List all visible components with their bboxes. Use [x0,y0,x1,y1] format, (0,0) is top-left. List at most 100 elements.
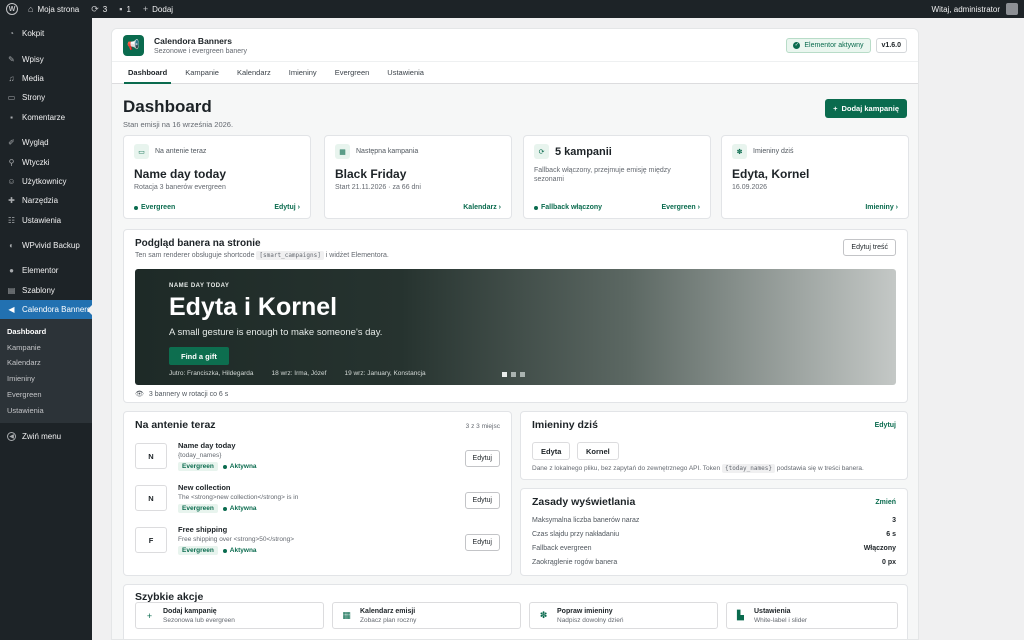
edit-campaign-button[interactable]: Edytuj [464,492,500,509]
calendora-submenu: Dashboard Kampanie Kalendarz Imieniny Ev… [0,319,92,424]
collapse-menu-button[interactable]: ◀ Zwiń menu [0,427,92,446]
site-name-link[interactable]: ⌂ Moja strona [22,0,85,18]
add-new-link[interactable]: + Dodaj [137,0,179,18]
list-item: N Name day today {today_names} Evergreen… [135,441,500,477]
dashboard-icon: ◔ [9,29,14,39]
quick-action-settings[interactable]: ▙ Ustawienia White-label i slider [726,602,898,629]
edit-campaign-button[interactable]: Edytuj [464,534,500,551]
section-title: Imieniny dziś [532,419,598,431]
monitor-icon: ▭ [134,144,149,159]
comments-link[interactable]: ▪ 1 [113,0,137,18]
templates-icon: ▤ [7,285,16,295]
rule-row: Czas slajdu przy nakładaniu 6 s [532,531,896,538]
calendar-icon: ▦ [342,610,351,620]
quick-actions-card: Szybkie akcje + Dodaj kampanię Sezonowa lu… [123,584,908,639]
stat-card-next-campaign: ▦ Następna kampania Black Friday Start 21… [324,135,512,219]
account-menu[interactable]: Witaj, administrator [932,3,1018,15]
slider-dots[interactable] [502,372,525,377]
elementor-icon: ● [9,266,14,276]
stat-link-evergreen[interactable]: Evergreen › [661,204,700,211]
tab-kampanie[interactable]: Kampanie [176,61,228,83]
rule-row: Maksymalna liczba banerów naraz 3 [532,517,896,524]
sidebar-item-uzytkownicy[interactable]: ☺ Użytkownicy [0,172,92,191]
plugin-tabs: Dashboard Kampanie Kalendarz Imieniny Ev… [112,62,918,84]
section-title: Na antenie teraz [135,419,216,431]
wordpress-logo-icon[interactable]: W [2,0,22,18]
submenu-evergreen[interactable]: Evergreen [0,387,92,403]
add-campaign-button[interactable]: + Dodaj kampanię [825,99,907,118]
on-air-card: Na antenie teraz 3 z 3 miejsc N Name day… [123,411,512,576]
sidebar-item-media[interactable]: ♫ Media [0,69,92,88]
tab-ustawienia[interactable]: Ustawienia [378,61,433,83]
sidebar-item-elementor[interactable]: ● Elementor [0,261,92,280]
refresh-icon: ⟳ [534,144,549,159]
wrench-icon: ✚ [8,196,15,206]
comment-icon: ▪ [119,4,123,14]
sidebar-item-ustawienia[interactable]: ☷ Ustawienia [0,211,92,230]
media-icon: ♫ [8,73,15,83]
submenu-kampanie[interactable]: Kampanie [0,339,92,355]
banner-preview-card: Podgląd banera na stronie Ten sam render… [123,229,908,403]
stat-link-edytuj[interactable]: Edytuj › [274,204,300,211]
home-icon: ⌂ [28,4,34,14]
megaphone-icon: 📢 [123,34,144,56]
shortcode: [smart_campaigns] [256,251,324,260]
submenu-imieniny[interactable]: Imieniny [0,371,92,387]
section-title: Podgląd banera na stronie [135,238,261,249]
updates-link[interactable]: ⟳ 3 [85,0,113,18]
plugin-icon: ⚲ [8,157,15,167]
sidebar-item-kokpit[interactable]: ◔ Kokpit [0,24,92,43]
sidebar-item-wpvivid[interactable]: ◐ WPvivid Backup [0,236,92,255]
banner-title: Edyta i Kornel [169,293,338,321]
stat-card-name-days: ✽ Imieniny dziś Edyta, Kornel 16.09.2026 … [721,135,909,219]
sidebar-item-strony[interactable]: ▭ Strony [0,88,92,107]
avatar [1006,3,1018,15]
page-icon: ▭ [7,93,16,103]
tab-kalendarz[interactable]: Kalendarz [228,61,280,83]
find-gift-button[interactable]: Find a gift [169,347,229,365]
sidebar-item-wyglad[interactable]: ✐ Wygląd [0,133,92,152]
sidebar-item-wpisy[interactable]: ✎ Wpisy [0,49,92,68]
admin-sidebar: ◔ Kokpit ✎ Wpisy ♫ Media ▭ Strony ▪ Komentarz… [0,18,92,640]
list-item: N New collection The <strong>new collect… [135,483,500,519]
quick-action-add-campaign[interactable]: + Dodaj kampanię Sezonowa lub evergreen [135,602,324,629]
quick-action-calendar[interactable]: ▦ Kalendarz emisji Zobacz plan roczny [332,602,521,629]
rule-row: Zaokrąglenie rogów banera 0 px [532,559,896,566]
brush-icon: ✐ [8,138,15,148]
backup-icon: ◐ [9,241,14,251]
submenu-dashboard[interactable]: Dashboard [0,323,92,339]
stat-card-on-air: ▭ Na antenie teraz Name day today Rotacja… [123,135,311,219]
check-icon: ✓ [793,41,801,49]
edit-name-days-link[interactable]: Edytuj [875,422,896,429]
submenu-kalendarz[interactable]: Kalendarz [0,355,92,371]
stat-link-imieniny[interactable]: Imieniny › [865,204,898,211]
sidebar-item-narzedzia[interactable]: ✚ Narzędzia [0,191,92,210]
tab-dashboard[interactable]: Dashboard [119,61,176,84]
list-item: F Free shipping Free shipping over <stro… [135,525,500,561]
status-badge: Fallback włączony [534,204,602,211]
quick-action-name-days[interactable]: ✽ Popraw imieniny Nadpisz dowolny dzień [529,602,718,629]
sidebar-item-wtyczki[interactable]: ⚲ Wtyczki [0,152,92,171]
edit-campaign-button[interactable]: Edytuj [464,450,500,467]
megaphone-icon: ◀ [8,305,15,315]
eye-icon: 👁 [135,391,144,398]
plus-icon: + [146,610,153,621]
edit-content-button[interactable]: Edytuj treść [843,239,896,256]
sidebar-item-komentarze[interactable]: ▪ Komentarze [0,108,92,127]
sidebar-item-calendora[interactable]: ◀ Calendora Banners [0,300,92,320]
plugin-panel: 📢 Calendora Banners Sezonowe i evergreen… [111,28,919,640]
status-badge: Evergreen [134,204,175,211]
plugin-name: Calendora Banners [154,35,232,46]
sidebar-item-szablony[interactable]: ▤ Szablony [0,281,92,300]
name-days-card: Imieniny dziś Edytuj Edyta Kornel Dane z… [520,411,908,480]
calendar-icon: ▦ [335,144,350,159]
tab-imieniny[interactable]: Imieniny [280,61,326,83]
banner-preview: NAME DAY TODAY Edyta i Kornel A small ge… [135,269,896,385]
plugin-tagline: Sezonowe i evergreen banery [154,47,248,55]
plugin-header: 📢 Calendora Banners Sezonowe i evergreen… [112,29,918,62]
submenu-ustawienia[interactable]: Ustawienia [0,402,92,418]
tab-evergreen[interactable]: Evergreen [326,61,379,83]
change-rules-link[interactable]: Zmień [875,499,896,506]
stat-link-kalendarz[interactable]: Kalendarz › [463,204,501,211]
name-chip: Kornel [577,442,619,460]
